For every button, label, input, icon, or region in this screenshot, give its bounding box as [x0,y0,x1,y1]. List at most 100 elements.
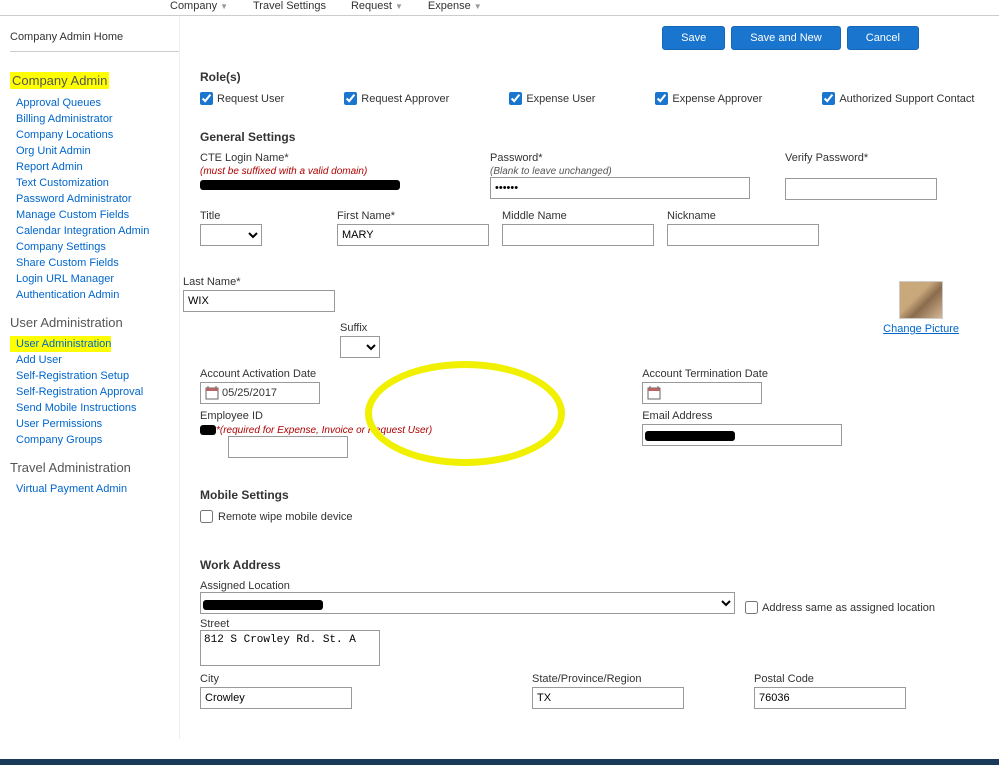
role-expense-approver[interactable]: Expense Approver [655,92,762,105]
sidebar-link-billing-administrator[interactable]: Billing Administrator [10,111,179,127]
mobile-settings-heading: Mobile Settings [200,488,979,502]
chevron-down-icon: ▼ [220,2,228,11]
sidebar-link-self-registration-setup[interactable]: Self-Registration Setup [10,368,179,384]
bottom-bar [0,759,999,765]
action-button-row: Save Save and New Cancel [200,26,919,50]
role-request-approver[interactable]: Request Approver [344,92,449,105]
assigned-location-label: Assigned Location [200,580,290,592]
email-label: Email Address [642,410,842,422]
sidebar-link-login-url-manager[interactable]: Login URL Manager [10,271,179,287]
last-name-input[interactable] [183,290,335,312]
verify-password-label: Verify Password* [785,152,937,164]
password-hint: (Blank to leave unchanged) [490,166,750,177]
sidebar: Company Admin Home Company Admin Approva… [0,16,180,739]
sidebar-link-manage-custom-fields[interactable]: Manage Custom Fields [10,207,179,223]
sidebar-link-user-permissions[interactable]: User Permissions [10,416,179,432]
redacted-login [200,180,400,190]
role-authorized-support-contact-checkbox[interactable] [822,92,835,105]
save-and-new-button[interactable]: Save and New [731,26,841,50]
sidebar-link-company-settings[interactable]: Company Settings [10,239,179,255]
sidebar-header-company-admin: Company Admin [10,72,109,89]
city-input[interactable] [200,687,352,709]
termination-date-input[interactable] [642,382,762,404]
role-expense-user[interactable]: Expense User [509,92,595,105]
verify-password-input[interactable] [785,178,937,200]
profile-picture-block: Change Picture [883,281,959,335]
city-label: City [200,673,352,685]
nav-request[interactable]: Request▼ [351,0,403,12]
sidebar-link-password-administrator[interactable]: Password Administrator [10,191,179,207]
main-content: Save Save and New Cancel Role(s) Request… [180,16,999,739]
redacted-location [203,600,323,610]
role-request-user[interactable]: Request User [200,92,284,105]
sidebar-link-org-unit-admin[interactable]: Org Unit Admin [10,143,179,159]
sidebar-link-report-admin[interactable]: Report Admin [10,159,179,175]
sidebar-link-company-locations[interactable]: Company Locations [10,127,179,143]
change-picture-link[interactable]: Change Picture [883,323,959,335]
sidebar-link-send-mobile-instructions[interactable]: Send Mobile Instructions [10,400,179,416]
role-expense-approver-checkbox[interactable] [655,92,668,105]
suffix-select[interactable] [340,336,380,358]
profile-picture-thumbnail [899,281,943,319]
activation-date-label: Account Activation Date [200,368,432,380]
postal-input[interactable] [754,687,906,709]
role-expense-user-checkbox[interactable] [509,92,522,105]
sidebar-link-approval-queues[interactable]: Approval Queues [10,95,179,111]
work-address-heading: Work Address [200,558,979,572]
address-same-checkbox[interactable] [745,601,758,614]
sidebar-link-calendar-integration-admin[interactable]: Calendar Integration Admin [10,223,179,239]
title-label: Title [200,210,262,222]
remote-wipe-checkbox[interactable] [200,510,213,523]
general-settings-heading: General Settings [200,130,979,144]
first-name-label: First Name* [337,210,489,222]
sidebar-header-travel-admin: Travel Administration [10,460,179,475]
calendar-icon [647,386,661,400]
first-name-input[interactable] [337,224,489,246]
employee-id-hint: *(required for Expense, Invoice or Reque… [216,425,432,436]
postal-label: Postal Code [754,673,906,685]
sidebar-link-add-user[interactable]: Add User [10,352,179,368]
password-input[interactable] [490,177,750,199]
role-authorized-support-contact[interactable]: Authorized Support Contact [822,92,974,105]
top-navigation: Company▼ Travel Settings Request▼ Expens… [0,0,999,16]
sidebar-link-virtual-payment-admin[interactable]: Virtual Payment Admin [10,481,179,497]
sidebar-link-user-administration[interactable]: User Administration [10,336,111,352]
sidebar-link-company-groups[interactable]: Company Groups [10,432,179,448]
calendar-icon [205,386,219,400]
remote-wipe-label: Remote wipe mobile device [218,511,353,523]
sidebar-header-user-admin: User Administration [10,315,179,330]
middle-name-input[interactable] [502,224,654,246]
role-request-approver-checkbox[interactable] [344,92,357,105]
title-select[interactable] [200,224,262,246]
roles-row: Request User Request Approver Expense Us… [200,92,979,105]
activation-date-input[interactable]: 05/25/2017 [200,382,320,404]
nickname-input[interactable] [667,224,819,246]
street-label: Street [200,618,229,630]
role-request-user-checkbox[interactable] [200,92,213,105]
nav-company[interactable]: Company▼ [170,0,228,12]
cte-login-label: CTE Login Name* [200,152,400,164]
nickname-label: Nickname [667,210,819,222]
save-button[interactable]: Save [662,26,725,50]
nav-travel-settings[interactable]: Travel Settings [253,0,326,12]
redacted-asterisk [200,425,216,435]
state-input[interactable] [532,687,684,709]
middle-name-label: Middle Name [502,210,654,222]
cte-login-hint: (must be suffixed with a valid domain) [200,166,400,177]
chevron-down-icon: ▼ [395,2,403,11]
nav-expense[interactable]: Expense▼ [428,0,482,12]
password-label: Password* [490,152,750,164]
suffix-label: Suffix [340,322,380,334]
street-input[interactable] [200,630,380,666]
sidebar-home-title[interactable]: Company Admin Home [10,31,179,52]
address-same-checkbox-wrap[interactable]: Address same as assigned location [745,601,935,614]
state-label: State/Province/Region [532,673,684,685]
roles-heading: Role(s) [200,70,979,84]
sidebar-link-self-registration-approval[interactable]: Self-Registration Approval [10,384,179,400]
sidebar-link-share-custom-fields[interactable]: Share Custom Fields [10,255,179,271]
sidebar-link-text-customization[interactable]: Text Customization [10,175,179,191]
sidebar-link-authentication-admin[interactable]: Authentication Admin [10,287,179,303]
cancel-button[interactable]: Cancel [847,26,919,50]
employee-id-input[interactable] [228,436,348,458]
termination-date-label: Account Termination Date [642,368,842,380]
